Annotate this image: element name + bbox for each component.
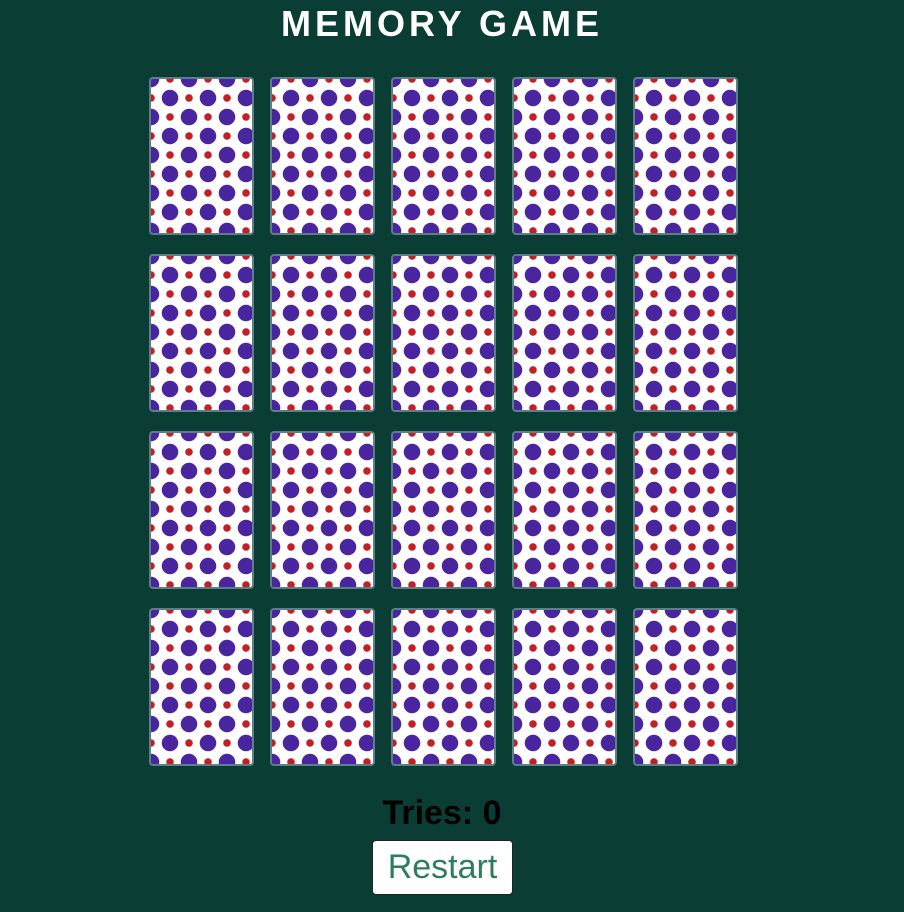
- memory-card[interactable]: [149, 431, 254, 589]
- memory-card[interactable]: [391, 254, 496, 412]
- game-title: MEMORY GAME: [280, 3, 603, 44]
- memory-card[interactable]: [633, 431, 738, 589]
- memory-card[interactable]: [270, 608, 375, 766]
- memory-card[interactable]: [391, 431, 496, 589]
- memory-card[interactable]: [512, 77, 617, 235]
- memory-card[interactable]: [270, 77, 375, 235]
- memory-card[interactable]: [270, 254, 375, 412]
- memory-card[interactable]: [149, 254, 254, 412]
- restart-button[interactable]: Restart: [372, 840, 513, 895]
- memory-card[interactable]: [512, 431, 617, 589]
- memory-card[interactable]: [512, 254, 617, 412]
- tries-counter: Tries: 0: [382, 794, 502, 832]
- memory-card[interactable]: [391, 77, 496, 235]
- memory-card[interactable]: [633, 77, 738, 235]
- memory-game-app: MEMORY GAME Tries: 0 Restart: [0, 0, 904, 912]
- memory-card[interactable]: [512, 608, 617, 766]
- card-grid: [149, 77, 738, 766]
- memory-card[interactable]: [391, 608, 496, 766]
- memory-card[interactable]: [633, 254, 738, 412]
- memory-card[interactable]: [633, 608, 738, 766]
- memory-card[interactable]: [149, 77, 254, 235]
- memory-card[interactable]: [149, 608, 254, 766]
- memory-card[interactable]: [270, 431, 375, 589]
